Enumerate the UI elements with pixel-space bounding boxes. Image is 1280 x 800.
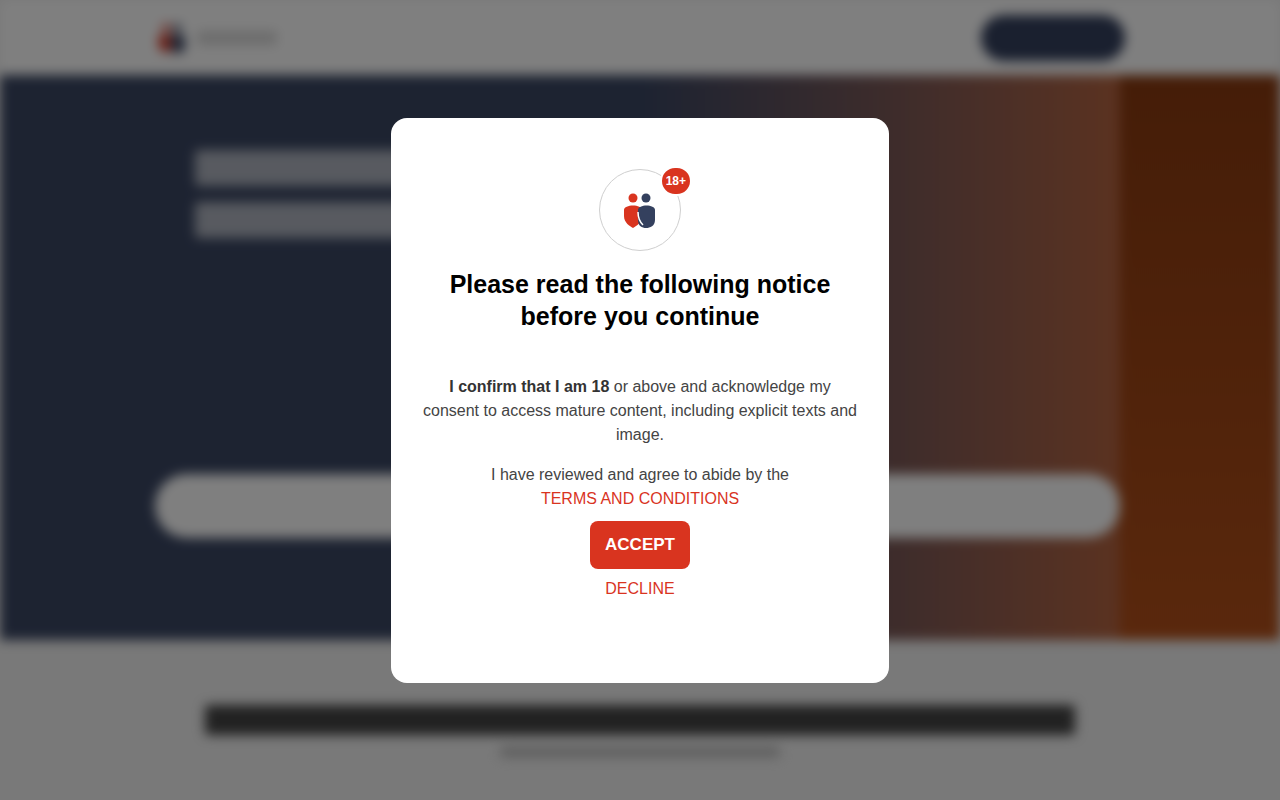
overlay: 18+ Please read the following notice befo… xyxy=(0,0,1280,800)
dialog-logo: 18+ xyxy=(599,169,681,251)
decline-button[interactable]: DECLINE xyxy=(605,577,674,601)
age-badge: 18+ xyxy=(660,166,692,196)
dialog-title: Please read the following notice before … xyxy=(430,268,850,332)
page: 18+ Please read the following notice befo… xyxy=(0,0,1280,800)
couple-logo-icon xyxy=(620,190,660,230)
age-notice: I confirm that I am 18 or above and ackn… xyxy=(420,375,860,447)
agree-text: I have reviewed and agree to abide by th… xyxy=(491,463,789,487)
accept-button[interactable]: ACCEPT xyxy=(590,521,690,569)
age-dialog: 18+ Please read the following notice befo… xyxy=(391,118,889,683)
terms-link[interactable]: TERMS AND CONDITIONS xyxy=(541,487,739,511)
